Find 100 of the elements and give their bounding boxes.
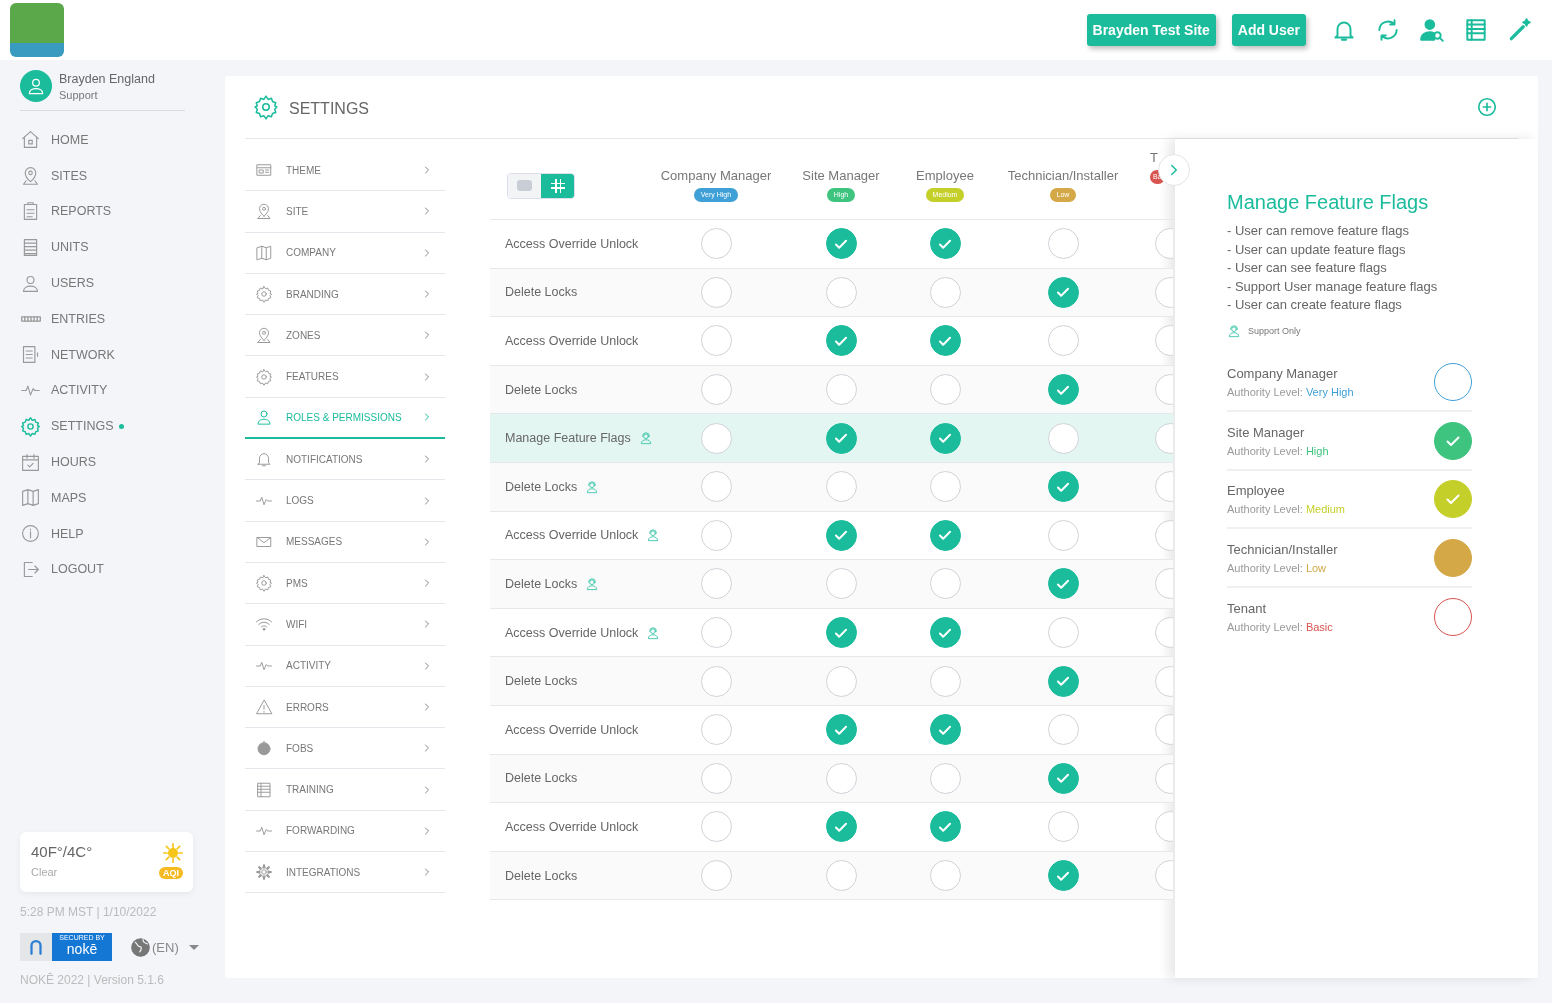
nav-item[interactable]: HELP [20,515,215,552]
settings-menu-item[interactable]: ERRORS [245,686,445,729]
view-option[interactable] [541,173,574,198]
permission-checkbox[interactable] [825,276,857,308]
permission-checkbox[interactable] [700,228,732,260]
permission-checkbox[interactable] [1047,519,1079,551]
permission-row[interactable]: Delete Locks [490,268,1173,318]
permission-checkbox[interactable] [825,228,857,260]
role-toggle[interactable] [1434,538,1472,577]
permission-checkbox[interactable] [1047,665,1079,697]
permission-checkbox[interactable] [1047,762,1079,794]
role-toggle[interactable] [1434,480,1472,519]
permission-checkbox[interactable] [825,325,857,357]
permission-checkbox[interactable] [929,568,961,600]
settings-menu-item[interactable]: WIFI [245,604,445,646]
permission-row[interactable]: Delete Locks [490,462,1173,512]
permission-row[interactable]: Access Override Unlock [490,803,1173,852]
permission-checkbox[interactable] [700,422,732,454]
permission-row[interactable]: Access Override Unlock [490,317,1173,366]
refresh-icon[interactable] [1375,17,1401,43]
role-toggle[interactable] [1434,363,1472,402]
permission-checkbox[interactable] [929,276,961,308]
permission-checkbox[interactable] [1047,811,1079,843]
language-selector[interactable]: (EN) [130,936,199,958]
nav-item[interactable]: ACTIVITY [20,372,215,409]
nav-item[interactable]: NETWORK [20,336,215,373]
permission-checkbox[interactable] [825,519,857,551]
permission-checkbox[interactable] [825,714,857,746]
permission-row[interactable]: Delete Locks [490,365,1173,415]
permission-checkbox[interactable] [929,714,961,746]
settings-menu-item[interactable]: TRAINING [245,769,445,811]
permission-checkbox[interactable] [1047,228,1079,260]
permission-checkbox[interactable] [700,811,732,843]
permission-checkbox[interactable] [825,471,857,503]
nav-item[interactable]: ENTRIES [20,301,215,337]
permission-checkbox[interactable] [1047,714,1079,746]
permission-checkbox[interactable] [929,374,961,406]
permission-checkbox[interactable] [825,374,857,406]
permission-checkbox[interactable] [700,325,732,357]
permission-checkbox[interactable] [700,276,732,308]
permission-checkbox[interactable] [700,568,732,600]
permission-checkbox[interactable] [700,860,732,891]
role-toggle[interactable] [1434,421,1472,460]
permission-checkbox[interactable] [700,714,732,746]
permission-checkbox[interactable] [929,860,961,891]
role-toggle[interactable] [1434,598,1472,637]
permission-checkbox[interactable] [700,519,732,551]
permission-checkbox[interactable] [825,860,857,891]
permission-row[interactable]: Delete Locks [490,560,1173,609]
permission-row[interactable]: Delete Locks [490,851,1173,901]
permission-checkbox[interactable] [929,422,961,454]
user-search-icon[interactable] [1419,17,1445,43]
settings-menu-item[interactable]: LOGS [245,480,445,522]
permission-checkbox[interactable] [825,568,857,600]
permission-checkbox[interactable] [1047,568,1079,600]
permission-checkbox[interactable] [825,762,857,794]
list-sheet-icon[interactable] [1463,17,1489,43]
nav-item[interactable]: HOME [20,122,215,158]
permission-row[interactable]: Delete Locks [490,754,1173,804]
permission-checkbox[interactable] [825,811,857,843]
nav-item[interactable]: SITES [20,157,215,194]
permission-checkbox[interactable] [929,665,961,697]
permission-checkbox[interactable] [825,617,857,649]
settings-menu-item[interactable]: ROLES & PERMISSIONS [245,397,445,440]
nav-item[interactable]: SETTINGS [20,408,215,445]
permission-checkbox[interactable] [700,665,732,697]
add-icon[interactable] [1476,96,1498,118]
permission-checkbox[interactable] [825,422,857,454]
permission-checkbox[interactable] [1047,617,1079,649]
nav-item[interactable]: UNITS [20,229,215,266]
settings-menu-item[interactable]: SITE [245,191,445,233]
permission-checkbox[interactable] [1047,325,1079,357]
nav-item[interactable]: HOURS [20,444,215,480]
permission-checkbox[interactable] [700,762,732,794]
magic-wand-icon[interactable] [1507,17,1533,43]
settings-menu-item[interactable]: BRANDING [245,273,445,316]
permission-checkbox[interactable] [1047,471,1079,503]
logo-placeholder[interactable] [10,3,64,57]
settings-menu-item[interactable]: ZONES [245,315,445,357]
permission-checkbox[interactable] [929,325,961,357]
permission-checkbox[interactable] [1047,276,1079,308]
settings-menu-item[interactable]: INTEGRATIONS [245,852,445,894]
permission-checkbox[interactable] [700,471,732,503]
permission-checkbox[interactable] [1047,860,1079,891]
nav-item[interactable]: MAPS [20,479,215,516]
permission-checkbox[interactable] [1047,422,1079,454]
permission-checkbox[interactable] [929,617,961,649]
settings-menu-item[interactable]: FORWARDING [245,810,445,853]
permission-checkbox[interactable] [1047,374,1079,406]
permission-checkbox[interactable] [929,471,961,503]
settings-menu-item[interactable]: MESSAGES [245,521,445,563]
nav-item[interactable]: USERS [20,265,215,301]
permission-checkbox[interactable] [929,519,961,551]
settings-menu-item[interactable]: FOBS [245,728,445,770]
settings-menu-item[interactable]: ACTIVITY [245,645,445,687]
permission-checkbox[interactable] [929,811,961,843]
permission-row[interactable]: Access Override Unlock [490,705,1173,755]
settings-menu-item[interactable]: COMPANY [245,232,445,274]
permission-row[interactable]: Manage Feature Flags [490,414,1173,463]
permission-checkbox[interactable] [700,617,732,649]
